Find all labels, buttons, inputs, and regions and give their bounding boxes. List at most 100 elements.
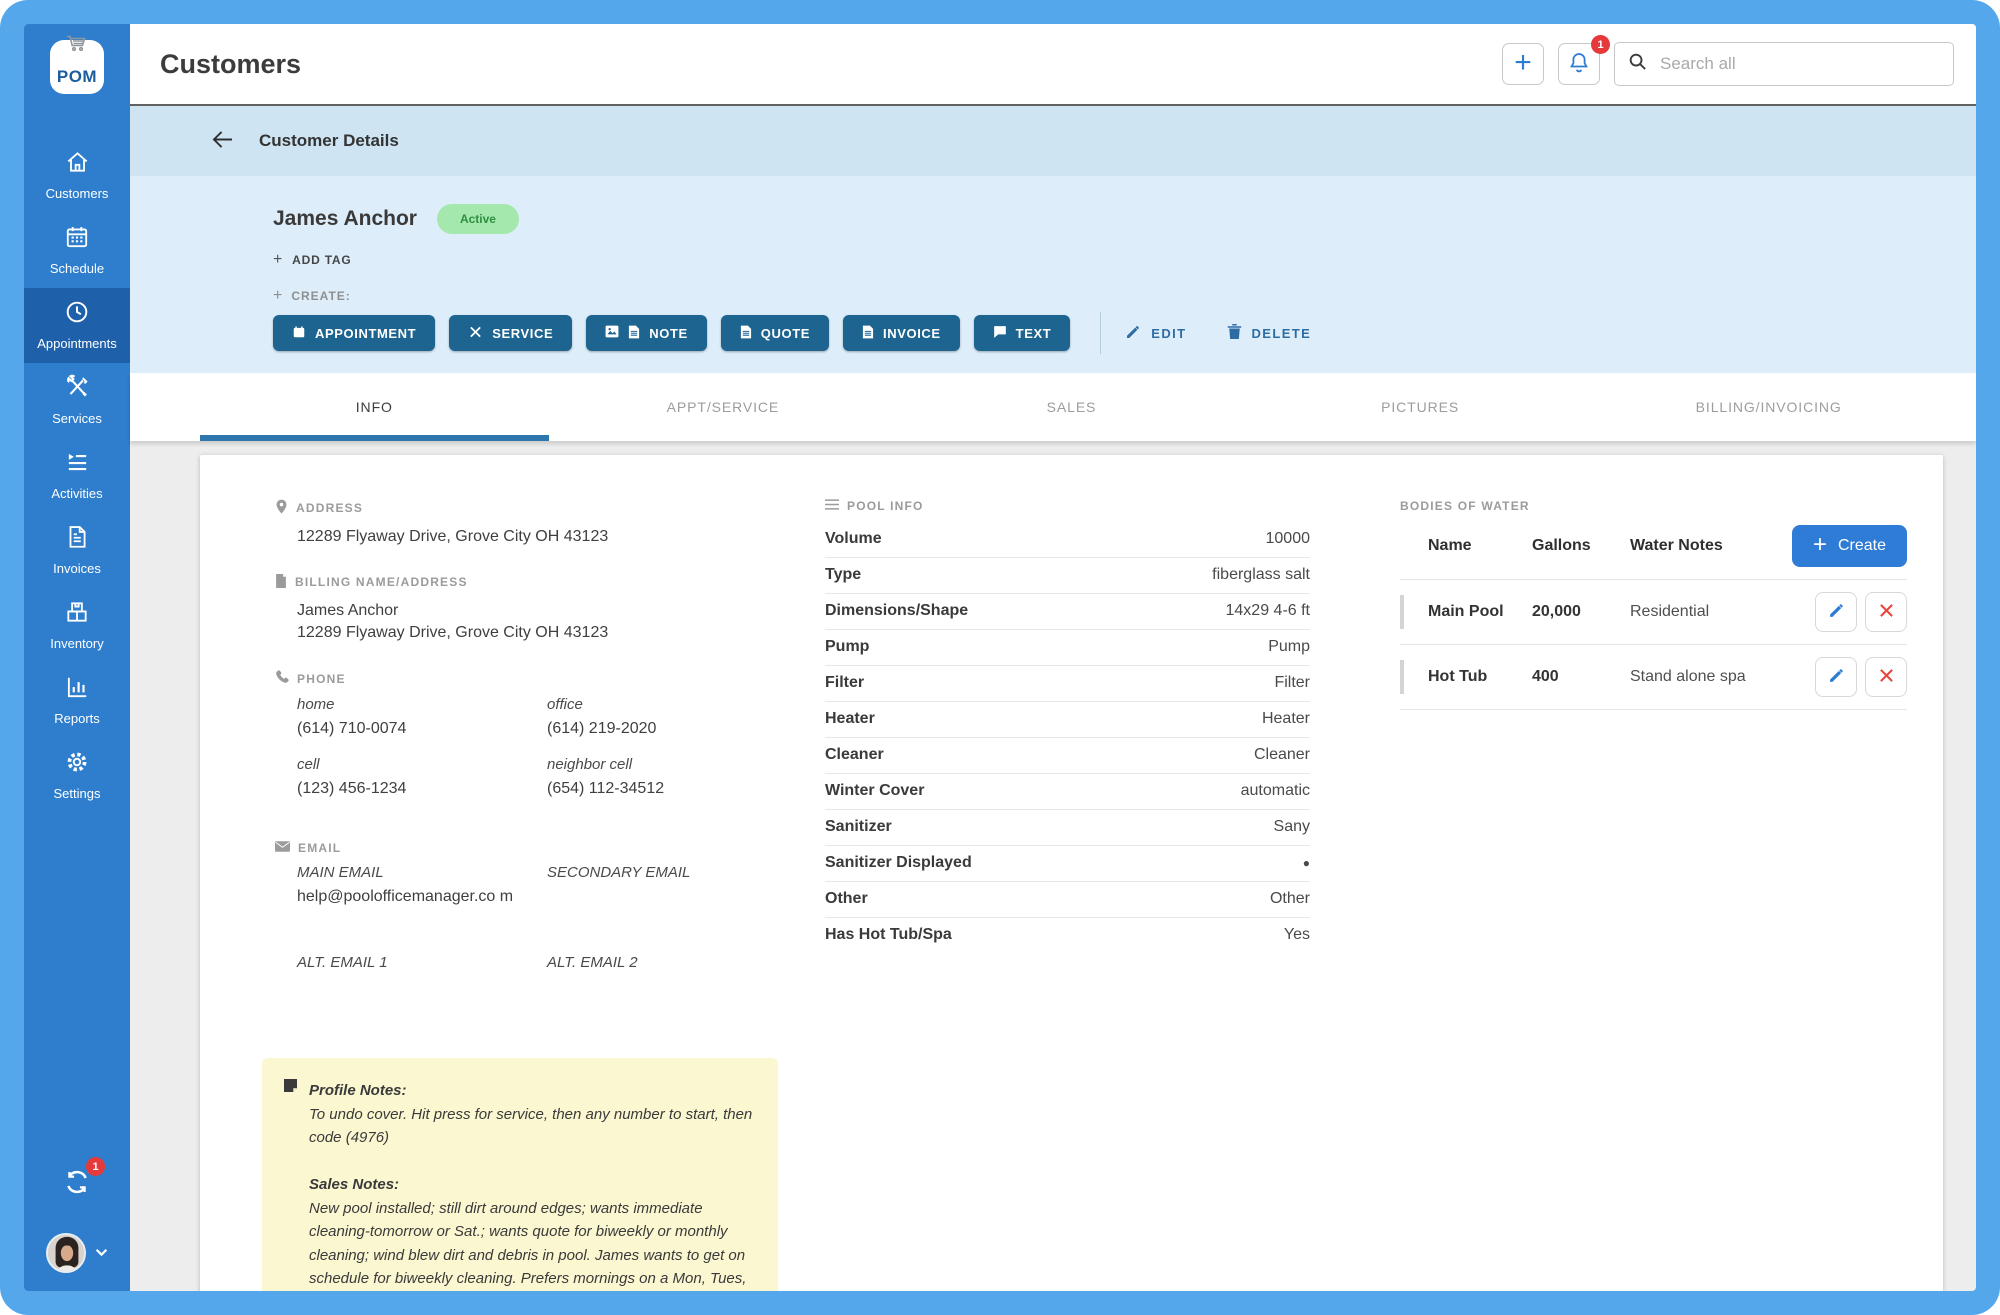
- cart-icon: [66, 35, 88, 56]
- create-note-button[interactable]: NOTE: [586, 315, 707, 351]
- email-entry: MAIN EMAIL help@poolofficemanager.co m: [297, 864, 547, 907]
- billing-section: BILLING NAME/ADDRESS James Anchor 12289 …: [275, 574, 735, 645]
- create-text-button[interactable]: TEXT: [974, 315, 1071, 351]
- billing-name: James Anchor: [297, 600, 735, 623]
- tab-bar: INFO APPT/SERVICE SALES PICTURES BILLING…: [130, 373, 1976, 441]
- pencil-icon: [1828, 667, 1845, 687]
- tab-billing-invoicing[interactable]: BILLING/INVOICING: [1594, 373, 1943, 441]
- bodies-of-water-label: BODIES OF WATER: [1400, 499, 1907, 513]
- pool-info-row: SanitizerSany: [825, 810, 1310, 846]
- pool-info-row: CleanerCleaner: [825, 738, 1310, 774]
- envelope-icon: [275, 841, 290, 855]
- sidebar-item-schedule[interactable]: Schedule: [24, 213, 130, 288]
- email-entry: SECONDARY EMAIL: [547, 864, 767, 907]
- sidebar-item-invoices[interactable]: Invoices: [24, 513, 130, 588]
- sidebar-item-label: Appointments: [37, 336, 117, 351]
- sidebar-item-customers[interactable]: Customers: [24, 138, 130, 213]
- calendar-icon: [64, 224, 90, 255]
- avatar: [46, 1233, 86, 1273]
- document-icon: [275, 574, 287, 591]
- body-name: Main Pool: [1428, 603, 1532, 621]
- sync-badge: 1: [86, 1157, 105, 1176]
- sidebar-item-services[interactable]: Services: [24, 363, 130, 438]
- body-gallons: 400: [1532, 668, 1630, 686]
- address-value: 12289 Flyaway Drive, Grove City OH 43123: [297, 526, 735, 549]
- tab-info[interactable]: INFO: [200, 373, 549, 441]
- customer-header: James Anchor Active + ADD TAG + CREATE: …: [130, 176, 1976, 373]
- profile-notes-text: To undo cover. Hit press for service, th…: [309, 1103, 754, 1150]
- create-service-button[interactable]: SERVICE: [449, 315, 572, 351]
- tab-sales[interactable]: SALES: [897, 373, 1246, 441]
- edit-body-button[interactable]: [1815, 657, 1857, 697]
- delete-body-button[interactable]: [1865, 592, 1907, 632]
- sidebar-item-label: Schedule: [50, 261, 104, 276]
- tab-pictures[interactable]: PICTURES: [1246, 373, 1595, 441]
- user-menu[interactable]: [46, 1233, 108, 1273]
- trash-icon: [1227, 323, 1242, 343]
- status-badge: Active: [437, 204, 519, 234]
- edit-body-button[interactable]: [1815, 592, 1857, 632]
- delete-button[interactable]: DELETE: [1221, 322, 1318, 344]
- sidebar-item-label: Reports: [54, 711, 100, 726]
- sidebar: POM Customers Schedule Appointments Se: [24, 24, 130, 1291]
- chat-icon: [993, 325, 1007, 342]
- create-quote-button[interactable]: QUOTE: [721, 315, 829, 351]
- sync-button[interactable]: 1: [60, 1166, 94, 1203]
- delete-body-button[interactable]: [1865, 657, 1907, 697]
- sidebar-item-appointments[interactable]: Appointments: [24, 288, 130, 363]
- address-label: ADDRESS: [296, 501, 363, 515]
- tools-icon: [64, 374, 91, 405]
- home-icon: [64, 149, 91, 180]
- chevron-down-icon: [95, 1244, 108, 1262]
- create-invoice-button[interactable]: INVOICE: [843, 315, 960, 351]
- pool-info-row: OtherOther: [825, 882, 1310, 918]
- create-body-of-water-button[interactable]: + Create: [1792, 525, 1907, 567]
- logo-text: POM: [57, 67, 97, 87]
- edit-button[interactable]: EDIT: [1119, 323, 1192, 344]
- column-header-gallons: Gallons: [1532, 537, 1630, 555]
- phone-icon: [275, 670, 289, 687]
- email-type: MAIN EMAIL: [297, 864, 547, 881]
- tab-content: ADDRESS 12289 Flyaway Drive, Grove City …: [130, 441, 1976, 1291]
- phone-label: PHONE: [297, 672, 346, 686]
- page-title: Customers: [160, 49, 301, 80]
- pom-logo[interactable]: POM: [50, 40, 104, 94]
- sidebar-item-reports[interactable]: Reports: [24, 663, 130, 738]
- location-pin-icon: [275, 499, 288, 517]
- address-section: ADDRESS 12289 Flyaway Drive, Grove City …: [275, 499, 735, 549]
- arrow-left-icon: [212, 130, 233, 152]
- create-label: + CREATE:: [273, 289, 1976, 303]
- column-header-name: Name: [1428, 537, 1532, 555]
- sidebar-item-label: Services: [52, 411, 102, 426]
- email-type: ALT. EMAIL 2: [547, 954, 767, 971]
- notification-badge: 1: [1591, 35, 1610, 54]
- pool-info-label: POOL INFO: [847, 499, 924, 513]
- sidebar-nav: Customers Schedule Appointments Services…: [24, 138, 130, 813]
- tools-icon: [468, 325, 483, 342]
- add-tag-button[interactable]: + ADD TAG: [273, 253, 352, 267]
- bodies-of-water-header: Name Gallons Water Notes + Create: [1400, 525, 1907, 567]
- search-input[interactable]: [1658, 53, 1940, 75]
- create-appointment-button[interactable]: APPOINTMENT: [273, 315, 435, 351]
- sidebar-item-settings[interactable]: Settings: [24, 738, 130, 813]
- add-button[interactable]: +: [1502, 43, 1544, 85]
- email-value: help@poolofficemanager.co m: [297, 888, 547, 907]
- back-button[interactable]: [212, 130, 233, 152]
- details-title: Customer Details: [259, 131, 399, 151]
- sidebar-bottom: 1: [46, 1166, 108, 1291]
- pool-info-row: Typefiberglass salt: [825, 558, 1310, 594]
- sidebar-item-inventory[interactable]: Inventory: [24, 588, 130, 663]
- details-bar: Customer Details: [130, 106, 1976, 176]
- pool-info-column: POOL INFO Volume10000 Typefiberglass sal…: [825, 499, 1310, 1291]
- body-gallons: 20,000: [1532, 603, 1630, 621]
- notifications-button[interactable]: 1: [1558, 43, 1600, 85]
- email-value: [547, 888, 767, 907]
- activity-list-icon: [64, 449, 91, 480]
- pool-info-row: Volume10000: [825, 522, 1310, 558]
- email-entry: ALT. EMAIL 1: [297, 954, 547, 997]
- search-icon: [1628, 52, 1647, 76]
- sidebar-item-activities[interactable]: Activities: [24, 438, 130, 513]
- pool-info-row: Has Hot Tub/SpaYes: [825, 918, 1310, 953]
- bell-icon: [1568, 51, 1590, 78]
- tab-appt-service[interactable]: APPT/SERVICE: [549, 373, 898, 441]
